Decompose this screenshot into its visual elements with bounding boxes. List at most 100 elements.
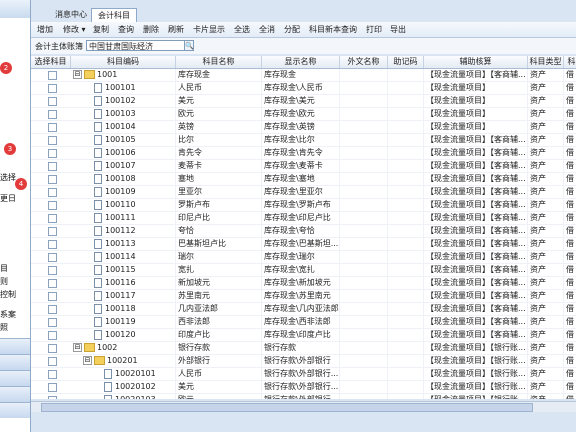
row-checkbox[interactable] <box>48 136 57 145</box>
delete-button[interactable]: 删除 <box>143 24 159 35</box>
subject-version-query-button[interactable]: 科目新本查询 <box>309 24 357 35</box>
nav-item-update[interactable]: 更日 <box>0 193 16 204</box>
table-row[interactable]: 100104 英镑 库存现金\英镑 【现金流量项目】 资产借 <box>31 121 576 134</box>
table-row[interactable]: 100103 欧元 库存现金\欧元 【现金流量项目】 资产借 <box>31 108 576 121</box>
table-row[interactable]: 100106 肯先令 库存现金\肯先令 【现金流量项目】【客商辅... 资产借 <box>31 147 576 160</box>
cell-mnemonic <box>388 82 424 94</box>
table-row[interactable]: 100113 巴基斯坦卢比 库存现金\巴基斯坦... 【现金流量项目】【客商辅... 资… <box>31 238 576 251</box>
nav-item-select[interactable]: 选择 <box>0 172 16 183</box>
nav-item-reference[interactable]: 照 <box>0 322 8 333</box>
collapse-toggle-icon[interactable]: ⊟ <box>73 343 82 352</box>
row-checkbox[interactable] <box>48 344 57 353</box>
nav-section-bar[interactable] <box>0 338 30 354</box>
row-checkbox[interactable] <box>48 162 57 171</box>
row-checkbox[interactable] <box>48 357 57 366</box>
row-checkbox[interactable] <box>48 305 57 314</box>
deselect-all-button[interactable]: 全消 <box>259 24 275 35</box>
row-checkbox[interactable] <box>48 318 57 327</box>
export-button[interactable]: 导出 <box>390 24 406 35</box>
row-checkbox[interactable] <box>48 279 57 288</box>
search-icon[interactable]: 🔍 <box>184 40 194 51</box>
table-row[interactable]: 100108 塞地 库存现金\塞地 【现金流量项目】【客商辅... 资产借 <box>31 173 576 186</box>
table-row[interactable]: 100102 美元 库存现金\美元 【现金流量项目】 资产借 <box>31 95 576 108</box>
cell-mnemonic <box>388 186 424 198</box>
row-checkbox[interactable] <box>48 214 57 223</box>
copy-button[interactable]: 复制 <box>93 24 109 35</box>
col-header-select[interactable]: 选择科目 <box>31 56 71 68</box>
tab-accounting-subjects[interactable]: 会计科目 <box>91 8 137 22</box>
scrollbar-thumb[interactable] <box>41 403 533 412</box>
row-checkbox[interactable] <box>48 240 57 249</box>
modify-dropdown-button[interactable]: 修改 ▾ <box>63 24 86 35</box>
row-checkbox[interactable] <box>48 123 57 132</box>
cell-type: 资产 <box>528 394 564 399</box>
table-row[interactable]: 100116 新加坡元 库存现金\新加坡元 【现金流量项目】【客商辅... 资产借 <box>31 277 576 290</box>
collapse-toggle-icon[interactable]: ⊟ <box>83 356 92 365</box>
row-checkbox[interactable] <box>48 331 57 340</box>
account-book-input[interactable]: 中国甘肃国际经济 <box>86 40 186 51</box>
row-checkbox[interactable] <box>48 370 57 379</box>
row-checkbox[interactable] <box>48 188 57 197</box>
collapse-toggle-icon[interactable]: ⊟ <box>73 70 82 79</box>
col-header-display-name[interactable]: 显示名称 <box>262 56 340 68</box>
table-row[interactable]: 10020102 美元 银行存款\外部银行... 【现金流量项目】【银行账... 资产借 <box>31 381 576 394</box>
table-row[interactable]: 100107 麦蒂卡 库存现金\麦蒂卡 【现金流量项目】【客商辅... 资产借 <box>31 160 576 173</box>
table-row[interactable]: 10020101 人民币 银行存款\外部银行... 【现金流量项目】【银行账... 资产… <box>31 368 576 381</box>
table-row[interactable]: 100114 瑞尔 库存现金\瑞尔 【现金流量项目】【客商辅... 资产借 <box>31 251 576 264</box>
table-row[interactable]: 100117 苏里南元 库存现金\苏里南元 【现金流量项目】【客商辅... 资产借 <box>31 290 576 303</box>
table-row[interactable]: ⊟ 1001 库存现金 库存现金 【现金流量项目】【客商辅... 资产借 <box>31 69 576 82</box>
nav-item-subject[interactable]: 目 <box>0 263 8 274</box>
row-checkbox[interactable] <box>48 71 57 80</box>
nav-section-bar[interactable] <box>0 354 30 370</box>
row-checkbox[interactable] <box>48 227 57 236</box>
cell-mnemonic <box>388 121 424 133</box>
row-checkbox[interactable] <box>48 201 57 210</box>
add-button[interactable]: 增加 <box>37 24 53 35</box>
col-header-foreign-name[interactable]: 外文名称 <box>340 56 388 68</box>
table-row[interactable]: 100109 里亚尔 库存现金\里亚尔 【现金流量项目】【客商辅... 资产借 <box>31 186 576 199</box>
table-row[interactable]: 10020103 欧元银行存款\外部银行... 【现金流量项目】【银行账...资产借 <box>31 394 576 399</box>
nav-section-bar[interactable] <box>0 370 30 386</box>
document-icon <box>94 95 102 106</box>
table-row[interactable]: 100110 罗斯卢布 库存现金\罗斯卢布 【现金流量项目】【客商辅... 资产借 <box>31 199 576 212</box>
row-checkbox[interactable] <box>48 175 57 184</box>
row-checkbox[interactable] <box>48 253 57 262</box>
tab-message-center[interactable]: 消息中心 <box>49 8 93 21</box>
query-button[interactable]: 查询 <box>118 24 134 35</box>
col-header-mnemonic[interactable]: 助记码 <box>388 56 424 68</box>
nav-item-control[interactable]: 控制 <box>0 289 16 300</box>
table-row[interactable]: 100120 印度卢比 库存现金\印度卢比 【现金流量项目】【客商辅... 资产借 <box>31 329 576 342</box>
horizontal-scrollbar[interactable] <box>31 401 576 412</box>
nav-item-scheme[interactable]: 系案 <box>0 309 16 320</box>
print-button[interactable]: 打印 <box>366 24 382 35</box>
table-row[interactable]: ⊟ 100201 外部银行 银行存款\外部银行 【现金流量项目】【银行账... 资产借 <box>31 355 576 368</box>
row-checkbox[interactable] <box>48 149 57 158</box>
card-view-button[interactable]: 卡片显示 <box>193 24 225 35</box>
table-row[interactable]: 100112 夸恰 库存现金\夸恰 【现金流量项目】【客商辅... 资产借 <box>31 225 576 238</box>
table-row[interactable]: 100111 印尼卢比 库存现金\印尼卢比 【现金流量项目】【客商辅... 资产借 <box>31 212 576 225</box>
refresh-button[interactable]: 刷新 <box>168 24 184 35</box>
col-header-code[interactable]: 科目编码 <box>71 56 176 68</box>
row-checkbox[interactable] <box>48 292 57 301</box>
table-row[interactable]: 100115 宽扎 库存现金\宽扎 【现金流量项目】【客商辅... 资产借 <box>31 264 576 277</box>
assign-button[interactable]: 分配 <box>284 24 300 35</box>
col-header-direction[interactable]: 科目方向 <box>564 56 576 68</box>
col-header-type[interactable]: 科目类型 <box>528 56 564 68</box>
table-row[interactable]: ⊟ 1002 银行存款 银行存款 【现金流量项目】【银行账... 资产借 <box>31 342 576 355</box>
col-header-aux[interactable]: 辅助核算 <box>424 56 528 68</box>
row-checkbox[interactable] <box>48 97 57 106</box>
select-all-button[interactable]: 全选 <box>234 24 250 35</box>
row-checkbox[interactable] <box>48 396 57 399</box>
table-row[interactable]: 100118 几内亚法郎 库存现金\几内亚法郎 【现金流量项目】【客商辅... 资产借 <box>31 303 576 316</box>
table-row[interactable]: 100101 人民币 库存现金\人民币 【现金流量项目】 资产借 <box>31 82 576 95</box>
nav-section-bar[interactable] <box>0 402 30 418</box>
row-checkbox[interactable] <box>48 383 57 392</box>
table-row[interactable]: 100105 比尔 库存现金\比尔 【现金流量项目】【客商辅... 资产借 <box>31 134 576 147</box>
nav-section-bar[interactable] <box>0 386 30 402</box>
table-row[interactable]: 100119 西非法郎 库存现金\西非法郎 【现金流量项目】【客商辅... 资产借 <box>31 316 576 329</box>
col-header-name[interactable]: 科目名称 <box>176 56 262 68</box>
nav-item-rule[interactable]: 则 <box>0 276 8 287</box>
row-checkbox[interactable] <box>48 110 57 119</box>
row-checkbox[interactable] <box>48 84 57 93</box>
row-checkbox[interactable] <box>48 266 57 275</box>
